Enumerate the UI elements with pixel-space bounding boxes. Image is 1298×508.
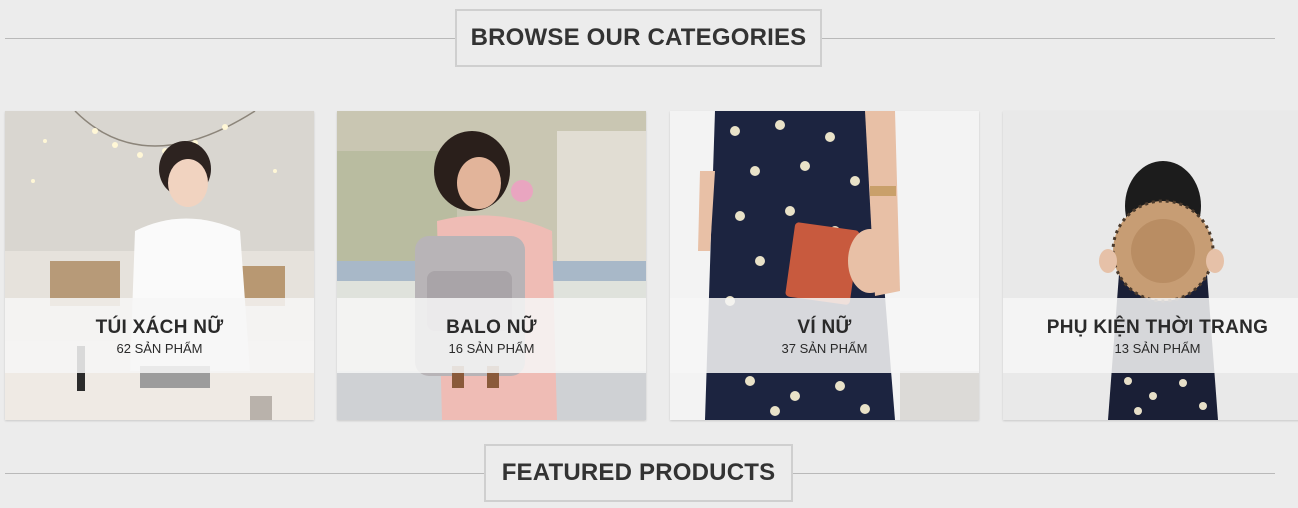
category-caption: BALO NỮ 16 SẢN PHẨM bbox=[337, 298, 646, 373]
browse-categories-title: BROWSE OUR CATEGORIES bbox=[455, 9, 822, 67]
category-card-phu-kien-thoi-trang[interactable]: PHỤ KIỆN THỜI TRANG 13 SẢN PHẨM bbox=[1003, 111, 1298, 420]
category-image-vi-nu bbox=[670, 111, 979, 420]
category-card-balo-nu[interactable]: BALO NỮ 16 SẢN PHẨM bbox=[337, 111, 646, 420]
category-name: TÚI XÁCH NỮ bbox=[95, 317, 224, 338]
category-caption: TÚI XÁCH NỮ 62 SẢN PHẨM bbox=[5, 298, 314, 373]
category-name: BALO NỮ bbox=[446, 317, 537, 338]
featured-products-heading: FEATURED PRODUCTS bbox=[5, 444, 1275, 504]
category-product-count: 16 SẢN PHẨM bbox=[448, 341, 535, 356]
category-image-balo-nu bbox=[337, 111, 646, 420]
category-caption: PHỤ KIỆN THỜI TRANG 13 SẢN PHẨM bbox=[1003, 298, 1298, 373]
featured-products-title: FEATURED PRODUCTS bbox=[484, 444, 793, 502]
category-caption: VÍ NỮ 37 SẢN PHẨM bbox=[670, 298, 979, 373]
browse-categories-heading: BROWSE OUR CATEGORIES bbox=[5, 9, 1275, 69]
category-product-count: 62 SẢN PHẨM bbox=[116, 341, 203, 356]
category-product-count: 13 SẢN PHẨM bbox=[1114, 341, 1201, 356]
category-card-vi-nu[interactable]: VÍ NỮ 37 SẢN PHẨM bbox=[670, 111, 979, 420]
category-name: VÍ NỮ bbox=[797, 317, 852, 338]
category-product-count: 37 SẢN PHẨM bbox=[781, 341, 868, 356]
category-grid: TÚI XÁCH NỮ 62 SẢN PHẨM BALO NỮ 16 SẢN P… bbox=[5, 111, 1298, 421]
category-image-tui-xach-nu bbox=[5, 111, 314, 420]
category-name: PHỤ KIỆN THỜI TRANG bbox=[1046, 317, 1269, 338]
category-card-tui-xach-nu[interactable]: TÚI XÁCH NỮ 62 SẢN PHẨM bbox=[5, 111, 314, 420]
category-image-phu-kien-thoi-trang bbox=[1003, 111, 1298, 420]
